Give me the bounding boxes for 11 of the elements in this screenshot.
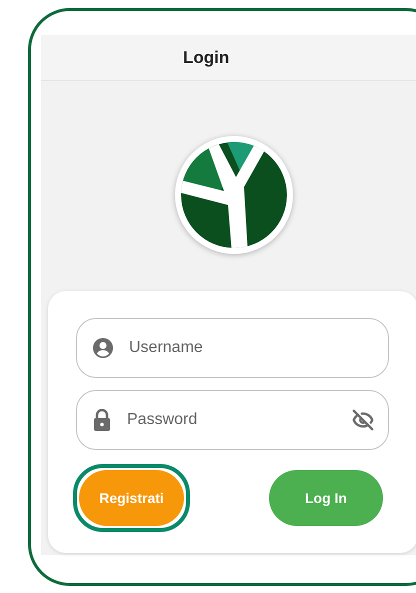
password-field[interactable]: Password bbox=[76, 390, 389, 450]
page-title: Login bbox=[183, 48, 230, 68]
lock-icon bbox=[93, 409, 111, 431]
password-input[interactable]: Password bbox=[125, 410, 338, 430]
username-field[interactable]: Username bbox=[76, 318, 389, 378]
user-icon bbox=[93, 338, 113, 358]
login-button[interactable]: Log In bbox=[269, 470, 383, 526]
eye-off-icon[interactable] bbox=[352, 409, 374, 431]
register-button[interactable]: Registrati bbox=[79, 470, 184, 526]
logo-icon bbox=[174, 135, 294, 255]
username-input[interactable]: Username bbox=[127, 338, 374, 358]
